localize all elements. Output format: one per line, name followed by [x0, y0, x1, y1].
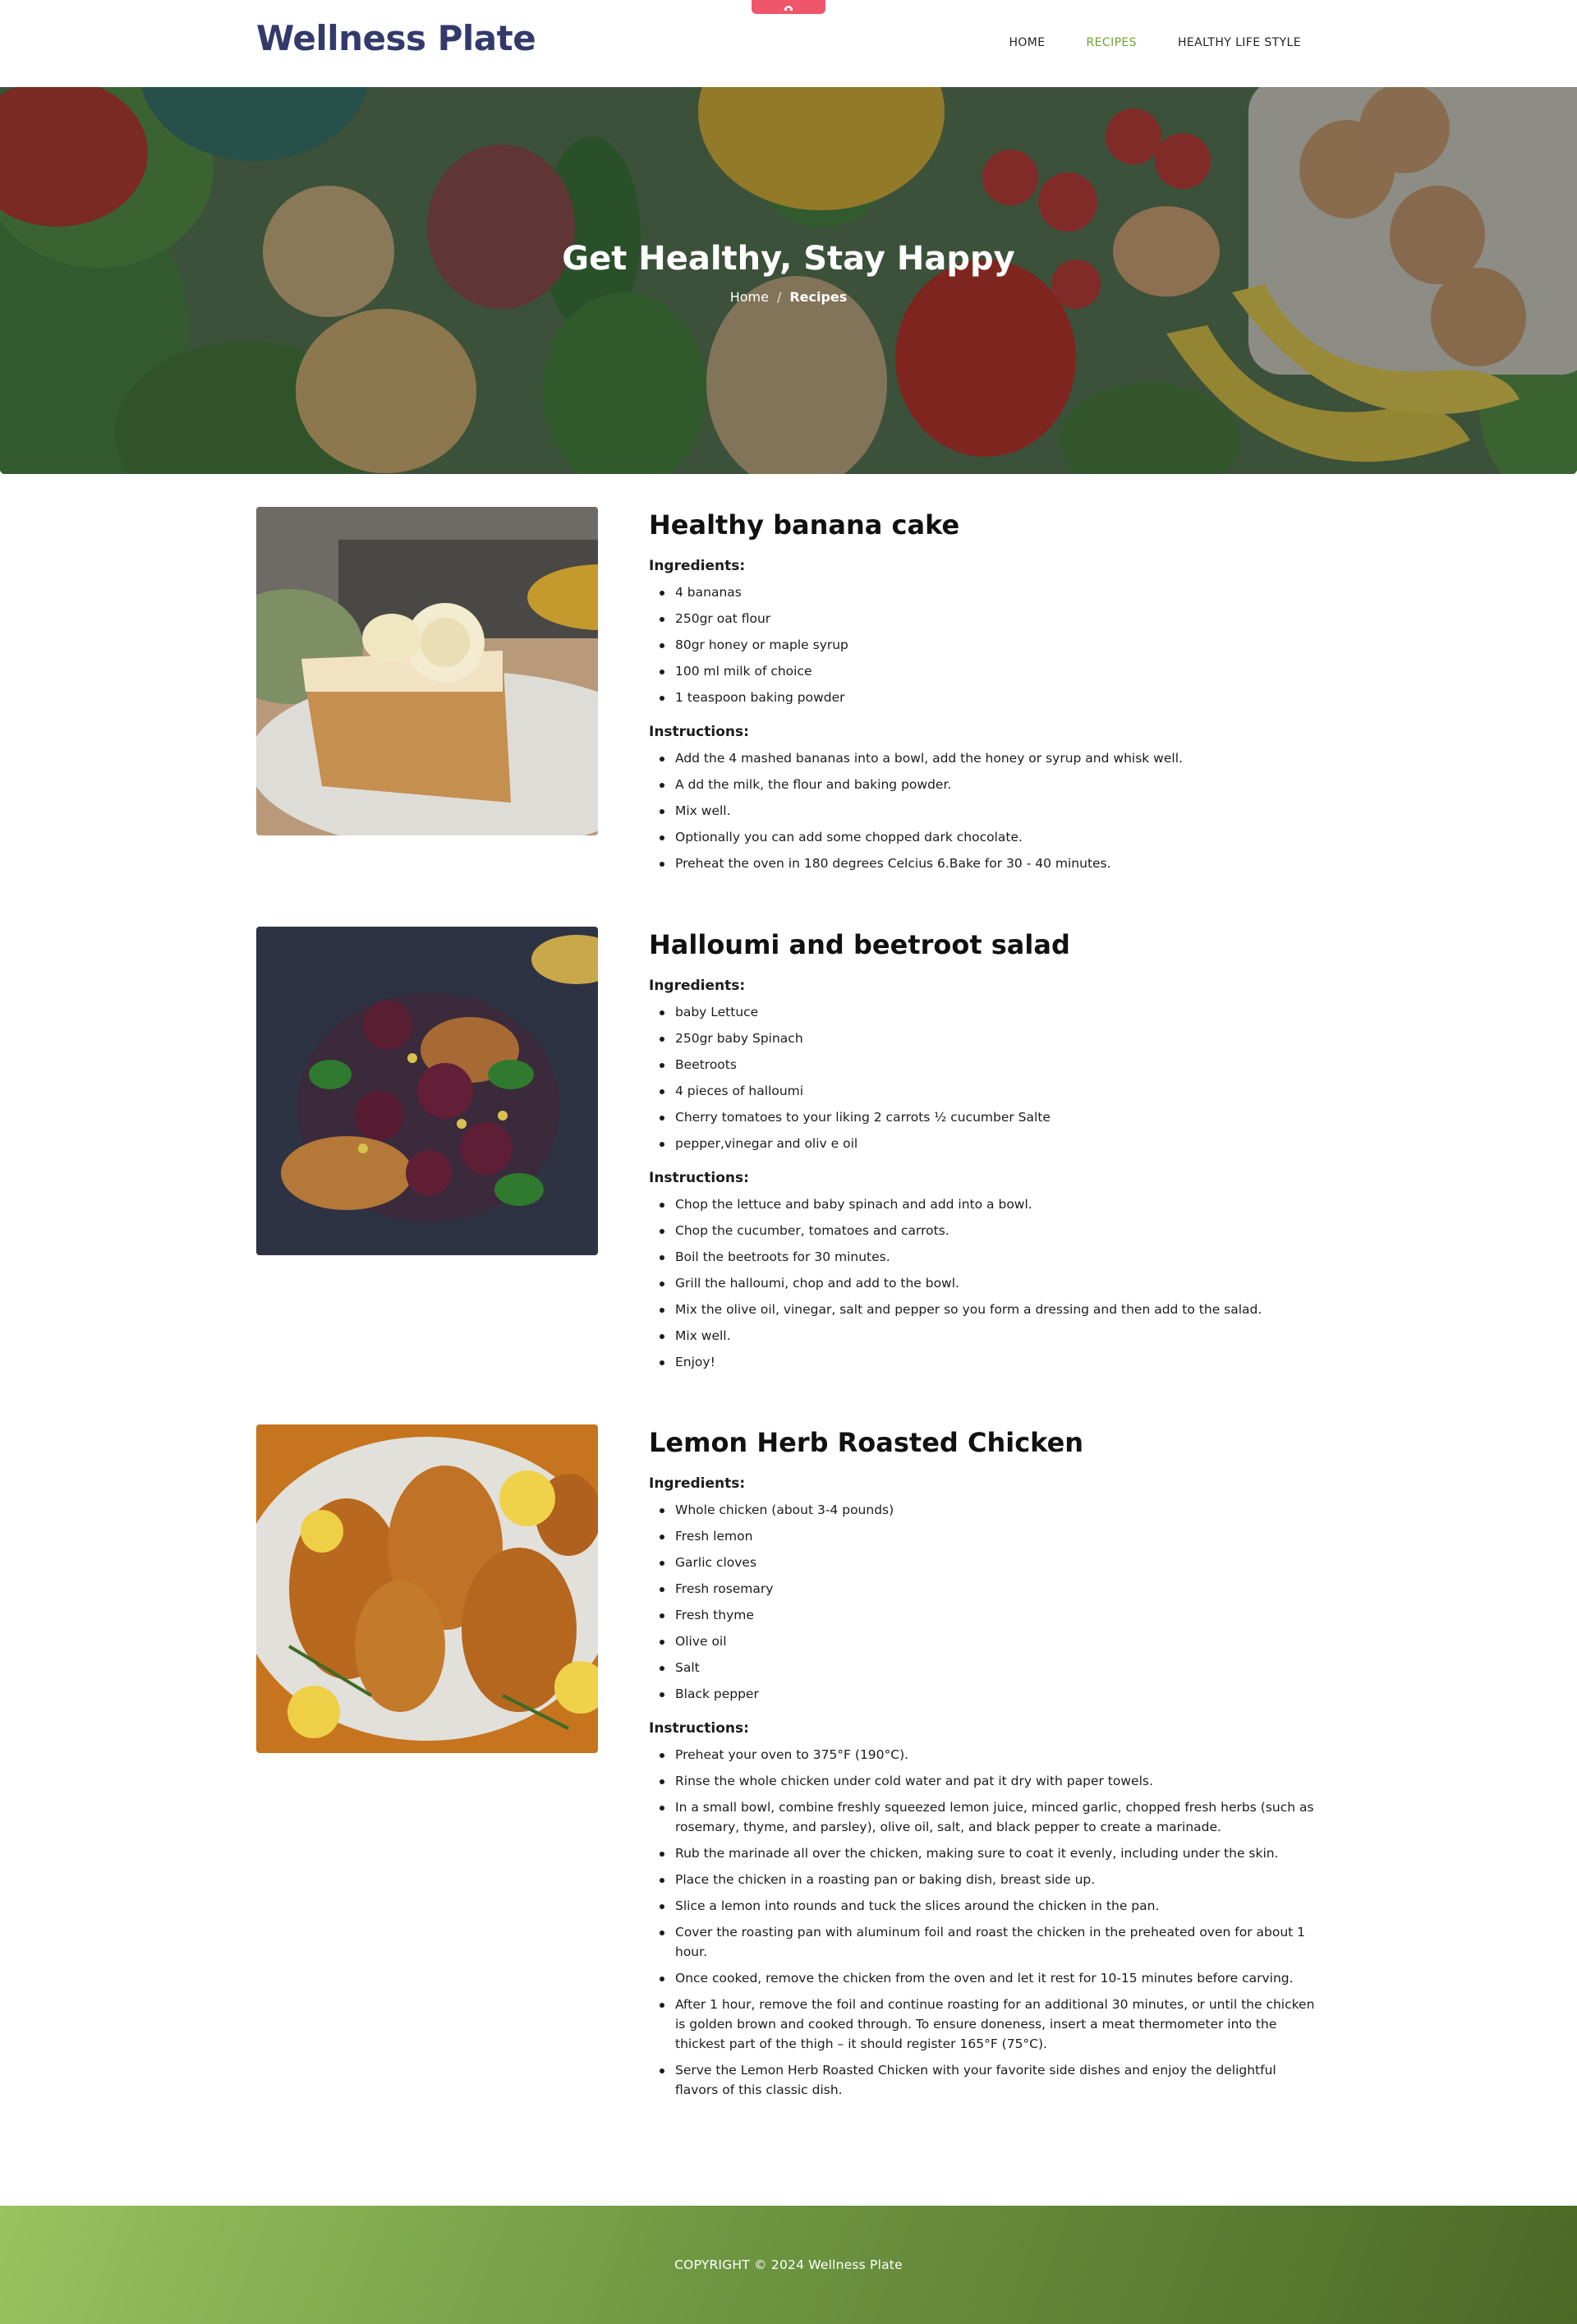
- ingredients-list: Whole chicken (about 3-4 pounds) Fresh l…: [649, 1500, 1321, 1704]
- ingredients-heading: Ingredients:: [649, 978, 746, 994]
- breadcrumb: Home / Recipes: [0, 289, 1577, 305]
- ingredient-item: Olive oil: [649, 1631, 1321, 1651]
- nav-healthy-life-style[interactable]: HEALTHY LIFE STYLE: [1178, 36, 1301, 49]
- ingredient-item: Salt: [649, 1658, 1321, 1677]
- ingredients-heading: Ingredients:: [649, 1475, 746, 1492]
- recipe-title: Halloumi and beetroot salad: [649, 929, 1070, 960]
- ingredient-item: Garlic cloves: [649, 1553, 1321, 1572]
- ingredients-list: baby Lettuce 250gr baby Spinach Beetroot…: [649, 1002, 1321, 1153]
- instructions-heading: Instructions:: [649, 724, 749, 740]
- instruction-item: Add the 4 mashed bananas into a bowl, ad…: [649, 748, 1321, 768]
- instruction-item: Preheat your oven to 375°F (190°C).: [649, 1745, 1321, 1765]
- ingredient-item: Fresh rosemary: [649, 1579, 1321, 1599]
- ingredient-item: 4 pieces of halloumi: [649, 1081, 1321, 1101]
- ingredient-item: Whole chicken (about 3-4 pounds): [649, 1500, 1321, 1520]
- banana-cake-photo: [256, 507, 598, 835]
- instruction-item: Boil the beetroots for 30 minutes.: [649, 1247, 1321, 1267]
- ingredient-item: 250gr baby Spinach: [649, 1029, 1321, 1048]
- main-nav: HOME RECIPES HEALTHY LIFE STYLE: [968, 36, 1301, 49]
- recipe-details: Halloumi and beetroot salad Ingredients:…: [649, 927, 1321, 1378]
- instructions-heading: Instructions:: [649, 1720, 749, 1737]
- instruction-item: Enjoy!: [649, 1352, 1321, 1372]
- nav-recipes[interactable]: RECIPES: [1087, 36, 1137, 49]
- instruction-item: Optionally you can add some chopped dark…: [649, 827, 1321, 847]
- instruction-item: Rinse the whole chicken under cold water…: [649, 1771, 1321, 1791]
- instruction-item: Once cooked, remove the chicken from the…: [649, 1968, 1321, 1988]
- copyright-text: COPYRIGHT © 2024 Wellness Plate: [674, 2257, 903, 2272]
- instructions-list: Add the 4 mashed bananas into a bowl, ad…: [649, 748, 1321, 873]
- instruction-item: Cover the roasting pan with aluminum foi…: [649, 1922, 1321, 1962]
- site-header: Wellness Plate HOME RECIPES HEALTHY LIFE…: [0, 0, 1577, 87]
- ingredients-heading: Ingredients:: [649, 558, 746, 574]
- instruction-item: A dd the milk, the flour and baking powd…: [649, 775, 1321, 794]
- instructions-heading: Instructions:: [649, 1170, 749, 1186]
- instruction-item: After 1 hour, remove the foil and contin…: [649, 1995, 1321, 2054]
- instruction-item: Rub the marinade all over the chicken, m…: [649, 1843, 1321, 1863]
- ingredient-item: 80gr honey or maple syrup: [649, 635, 1321, 655]
- hero-title: Get Healthy, Stay Happy: [562, 240, 1015, 278]
- breadcrumb-home[interactable]: Home: [730, 289, 769, 305]
- ingredient-item: 4 bananas: [649, 582, 1321, 602]
- breadcrumb-current: Recipes: [789, 289, 848, 305]
- instructions-list: Chop the lettuce and baby spinach and ad…: [649, 1194, 1321, 1372]
- instruction-item: Chop the lettuce and baby spinach and ad…: [649, 1194, 1321, 1214]
- ingredient-item: pepper,vinegar and oliv e oil: [649, 1134, 1321, 1153]
- ingredient-item: Cherry tomatoes to your liking 2 carrots…: [649, 1107, 1321, 1127]
- ingredient-item: Black pepper: [649, 1684, 1321, 1704]
- instruction-item: Chop the cucumber, tomatoes and carrots.: [649, 1221, 1321, 1240]
- ingredient-item: 250gr oat flour: [649, 609, 1321, 628]
- ingredient-item: Fresh thyme: [649, 1605, 1321, 1625]
- ingredients-list: 4 bananas 250gr oat flour 80gr honey or …: [649, 582, 1321, 707]
- breadcrumb-separator: /: [776, 289, 782, 305]
- nav-home[interactable]: HOME: [1009, 36, 1045, 49]
- instruction-item: Grill the halloumi, chop and add to the …: [649, 1273, 1321, 1293]
- instruction-item: Mix the olive oil, vinegar, salt and pep…: [649, 1300, 1321, 1319]
- site-logo[interactable]: Wellness Plate: [256, 18, 536, 58]
- ingredient-item: Beetroots: [649, 1055, 1321, 1075]
- ingredient-item: 100 ml milk of choice: [649, 661, 1321, 681]
- roasted-chicken-photo: [256, 1424, 598, 1753]
- instruction-item: Preheat the oven in 180 degrees Celcius …: [649, 854, 1321, 873]
- recipe-title: Lemon Herb Roasted Chicken: [649, 1427, 1084, 1458]
- instruction-item: Place the chicken in a roasting pan or b…: [649, 1870, 1321, 1889]
- hero-banner: Get Healthy, Stay Happy Home / Recipes: [0, 87, 1577, 474]
- recipe-title: Healthy banana cake: [649, 509, 960, 541]
- instruction-item: Slice a lemon into rounds and tuck the s…: [649, 1896, 1321, 1916]
- instructions-list: Preheat your oven to 375°F (190°C). Rins…: [649, 1745, 1321, 2100]
- recipe-details: Lemon Herb Roasted Chicken Ingredients: …: [649, 1424, 1321, 2106]
- ingredient-item: 1 teaspoon baking powder: [649, 688, 1321, 707]
- site-footer: COPYRIGHT © 2024 Wellness Plate: [0, 2206, 1577, 2324]
- instruction-item: Mix well.: [649, 1326, 1321, 1346]
- ingredient-item: baby Lettuce: [649, 1002, 1321, 1022]
- instruction-item: Mix well.: [649, 801, 1321, 821]
- instruction-item: Serve the Lemon Herb Roasted Chicken wit…: [649, 2060, 1321, 2100]
- ingredient-item: Fresh lemon: [649, 1526, 1321, 1546]
- halloumi-salad-photo: [256, 927, 598, 1255]
- recipe-details: Healthy banana cake Ingredients: 4 banan…: [649, 507, 1321, 880]
- instruction-item: In a small bowl, combine freshly squeeze…: [649, 1797, 1321, 1837]
